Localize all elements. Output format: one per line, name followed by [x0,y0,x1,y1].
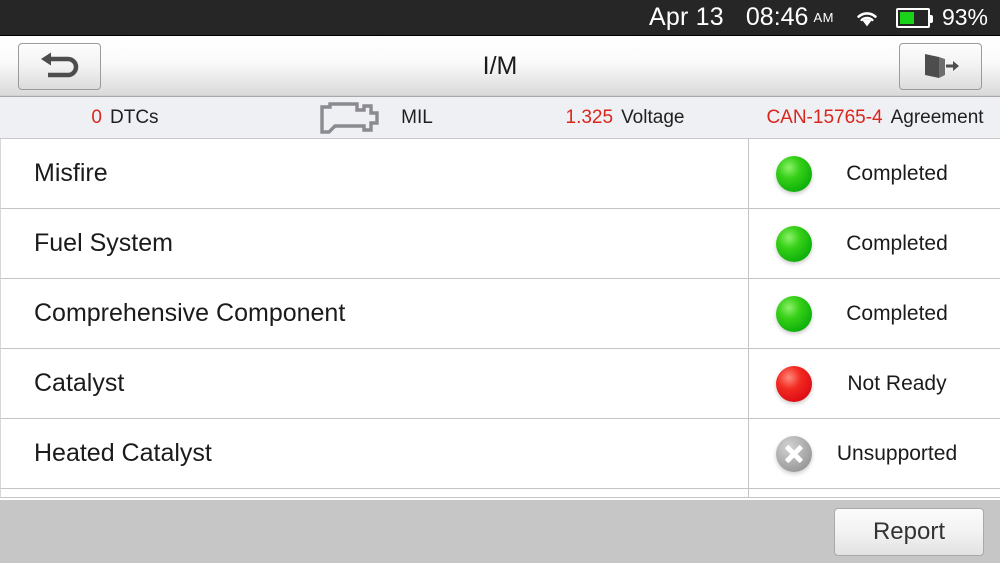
monitor-name: Comprehensive Component [1,279,749,349]
exit-button[interactable] [899,43,982,90]
exit-door-icon [919,51,963,81]
status-indicator-gray-icon [776,436,812,472]
monitor-name: Misfire [1,139,749,209]
system-status-bar: Apr 13 08:46 AM 93% [0,0,1000,36]
monitor-name: Heated Catalyst [1,419,749,489]
dtcs-label: DTCs [110,107,159,129]
table-row[interactable]: Heated Catalyst Unsupported [0,419,1000,489]
monitor-status-cell: Completed [749,279,1000,349]
wifi-icon [854,8,880,28]
monitor-status-cell: Unsupported [749,419,1000,489]
monitor-name: Fuel System [1,209,749,279]
mil-info: MIL [250,101,500,135]
battery-percent: 93% [942,4,988,31]
back-arrow-icon [34,51,86,81]
voltage-value: 1.325 [566,107,614,129]
protocol-value: CAN-15765-4 [766,107,882,129]
status-indicator-green-icon [776,296,812,332]
report-button[interactable]: Report [834,508,984,556]
status-indicator-red-icon [776,366,812,402]
dtcs-value: 0 [91,107,102,129]
monitor-status-cell: Not Ready [749,349,1000,419]
protocol-info: CAN-15765-4 Agreement [750,107,1000,129]
monitor-status-cell: Completed [749,209,1000,279]
protocol-label: Agreement [891,107,984,129]
voltage-label: Voltage [621,107,684,129]
table-row[interactable]: Misfire Completed [0,139,1000,209]
page-title: I/M [101,52,899,81]
vehicle-info-bar: 0 DTCs MIL 1.325 Voltage CAN-15765-4 Agr… [0,97,1000,139]
monitor-status-text: Completed [812,302,1000,326]
monitor-name: Catalyst [1,349,749,419]
monitor-status-text: Unsupported [812,442,1000,466]
monitor-status-text: Not Ready [812,372,1000,396]
monitor-name [1,489,749,498]
voltage-info: 1.325 Voltage [500,107,750,129]
monitor-status-text: Completed [812,162,1000,186]
monitor-status-cell: Completed [749,139,1000,209]
status-ampm: AM [813,10,834,25]
battery-fill [900,12,914,24]
bottom-action-bar: Report [0,500,1000,563]
diagnostic-app-screen: Apr 13 08:46 AM 93% I/M [0,0,1000,563]
app-toolbar: I/M [0,36,1000,97]
status-date: Apr 13 [649,3,724,32]
readiness-monitor-list[interactable]: MisfireCompletedFuel SystemCompletedComp… [0,139,1000,500]
status-indicator-green-icon [776,156,812,192]
engine-mil-icon [317,101,383,135]
status-time: 08:46 [746,3,809,32]
table-row[interactable]: Fuel System Completed [0,209,1000,279]
table-row[interactable]: Comprehensive Component Completed [0,279,1000,349]
table-row[interactable]: Catalyst Not Ready [0,349,1000,419]
table-row[interactable] [0,489,1000,498]
back-button[interactable] [18,43,101,90]
battery-icon [896,8,930,28]
status-indicator-green-icon [776,226,812,262]
monitor-status-text: Completed [812,232,1000,256]
dtcs-info: 0 DTCs [0,107,250,129]
mil-label: MIL [401,107,433,129]
